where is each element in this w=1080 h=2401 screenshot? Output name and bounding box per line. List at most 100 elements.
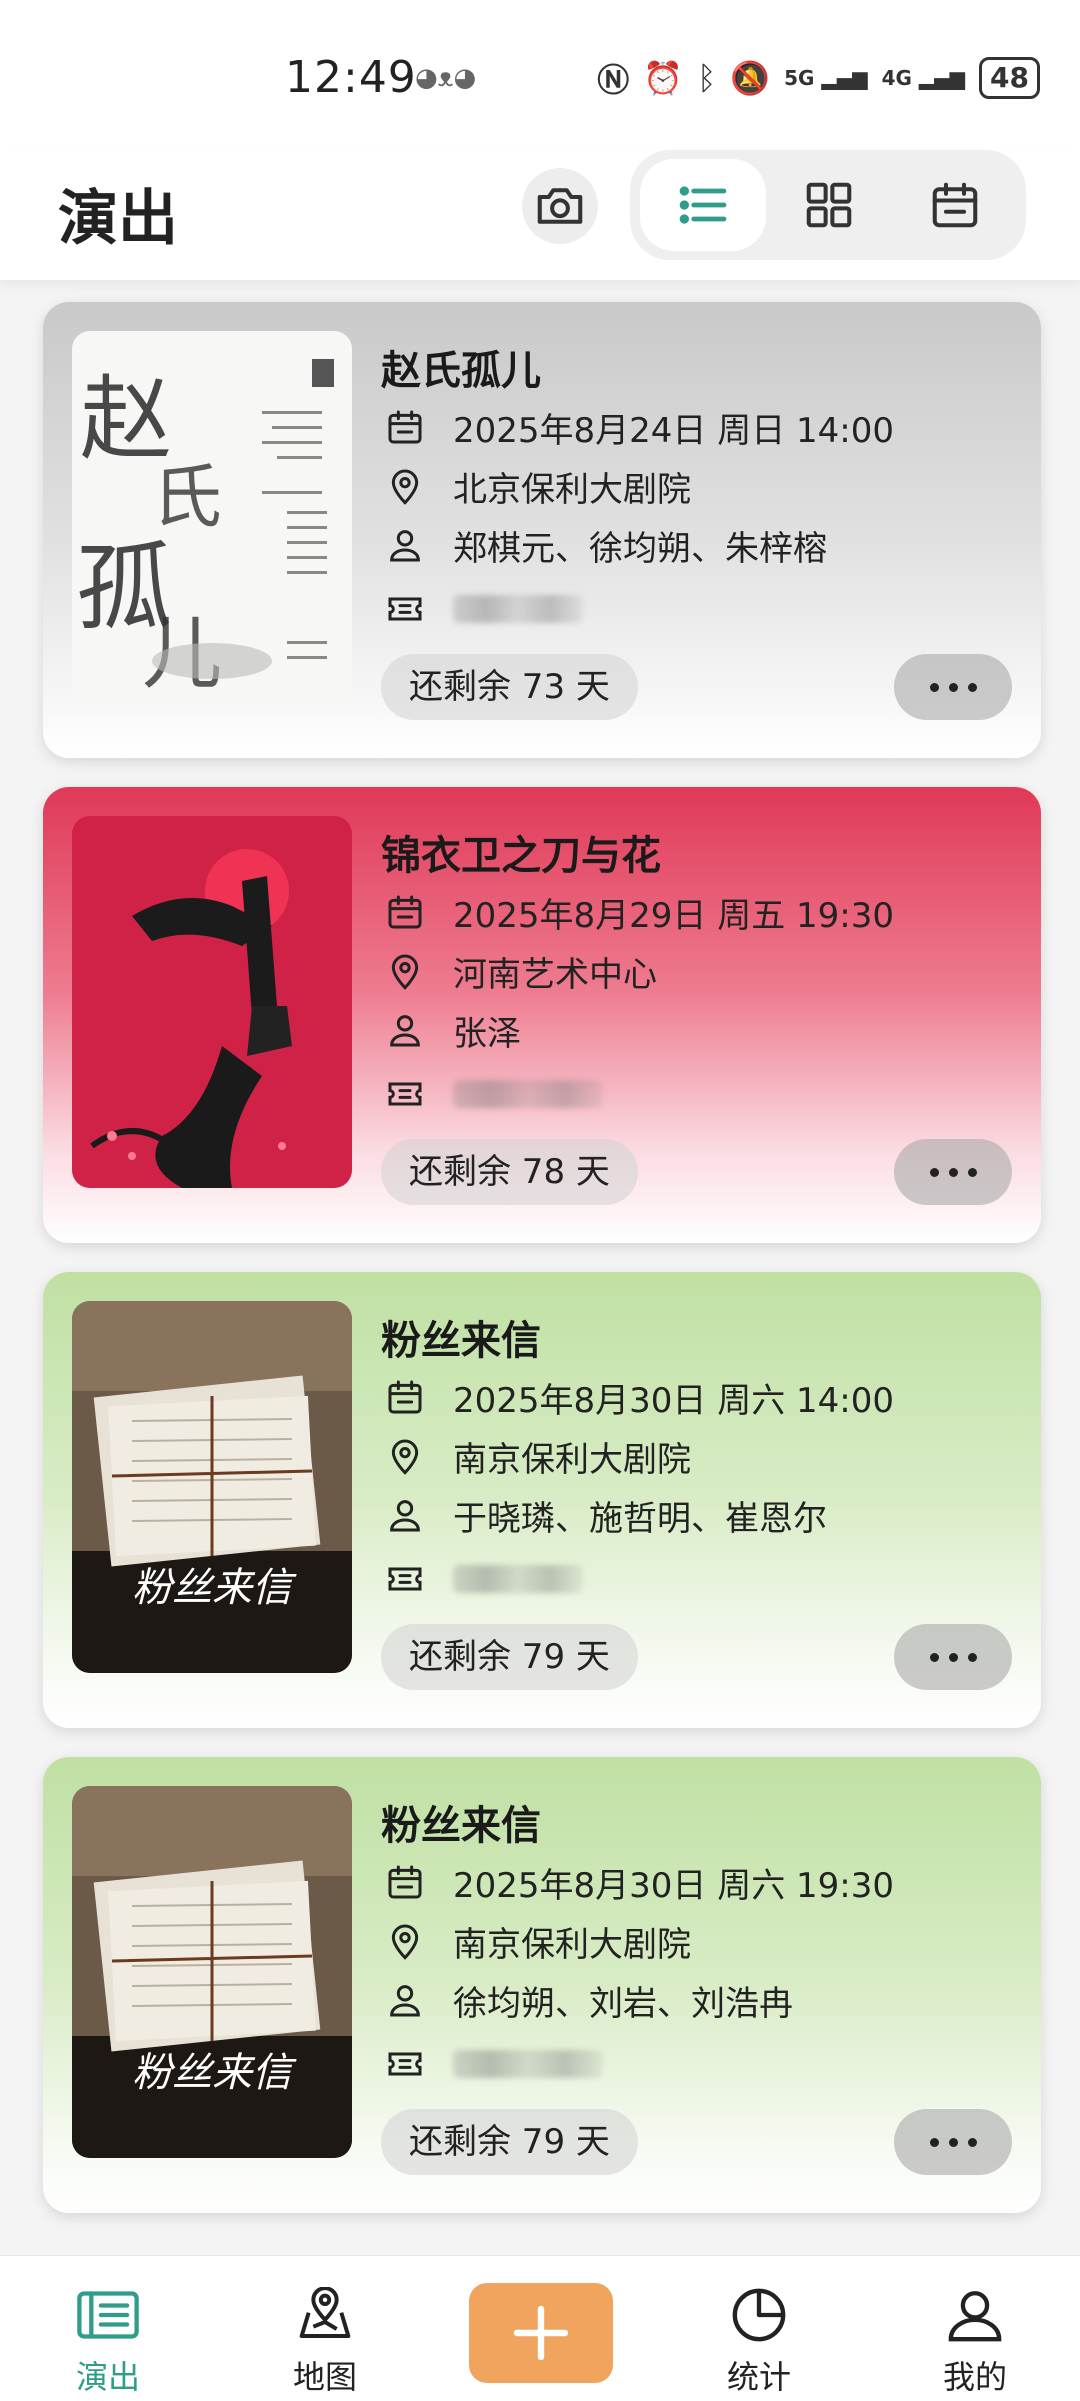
nav-shows-label: 演出	[75, 2358, 140, 2396]
poster-title-text: 粉丝来信	[132, 2050, 297, 2096]
shows-list-icon	[77, 2291, 139, 2339]
days-left-badge: 还剩余 79 天	[381, 2109, 638, 2175]
show-cast: 郑棋元、徐均朔、朱梓榕	[453, 528, 827, 569]
signal-5g-icon: 5G ▂▄▆	[784, 66, 868, 90]
mute-icon: 🔕	[730, 59, 771, 97]
show-venue: 南京保利大剧院	[453, 1924, 691, 1965]
camera-icon	[537, 188, 583, 224]
nav-stats[interactable]: 统计	[689, 2280, 829, 2398]
show-title: 粉丝来信	[381, 1318, 541, 1364]
status-bar: 12:49 ◕ᴥ◕ Ⓝ ⏰ ᛒ 🔕 5G ▂▄▆ 4G ▂▄▆ 48	[0, 0, 1080, 150]
ticket-info-redacted	[453, 595, 583, 623]
show-card[interactable]: 粉丝来信 粉丝来信 2025年8月30日 周六 19:30 南京保利大剧院 徐均…	[43, 1757, 1041, 2213]
show-venue: 河南艺术中心	[453, 954, 657, 995]
calendar-icon	[388, 1865, 422, 1899]
ticket-info-redacted	[453, 1080, 603, 1108]
page-title: 演出	[58, 184, 178, 254]
ticket-icon	[388, 2052, 422, 2076]
show-venue: 北京保利大剧院	[453, 469, 691, 510]
show-poster: 粉丝来信	[72, 1301, 352, 1673]
svg-text:氏: 氏	[152, 456, 222, 538]
cast-row: 张泽	[381, 1005, 521, 1055]
calendar-view-button[interactable]	[892, 159, 1018, 251]
alarm-icon: ⏰	[643, 59, 684, 97]
show-poster: 粉丝来信	[72, 1786, 352, 2158]
more-options-button[interactable]	[894, 1139, 1012, 1205]
person-icon	[390, 1015, 420, 1047]
bottom-nav: 演出 地图 统计 我的	[0, 2255, 1080, 2401]
location-pin-icon	[391, 469, 419, 505]
status-icons: Ⓝ ⏰ ᛒ 🔕 5G ▂▄▆ 4G ▂▄▆ 48	[597, 56, 1040, 100]
grid-icon	[806, 182, 852, 228]
nfc-icon: Ⓝ	[597, 61, 630, 99]
show-datetime: 2025年8月29日 周五 19:30	[453, 895, 895, 936]
person-icon	[390, 1985, 420, 2017]
battery-icon: 48	[979, 57, 1040, 99]
person-icon	[390, 530, 420, 562]
show-cast: 于晓璘、施哲明、崔恩尔	[453, 1498, 827, 1539]
add-show-button[interactable]	[469, 2283, 613, 2383]
profile-icon	[948, 2291, 1002, 2342]
more-options-button[interactable]	[894, 654, 1012, 720]
camera-button[interactable]	[522, 168, 598, 244]
date-row: 2025年8月30日 周六 14:00	[381, 1372, 894, 1422]
venue-row: 南京保利大剧院	[381, 1916, 691, 1966]
show-datetime: 2025年8月30日 周六 14:00	[453, 1380, 895, 1421]
calendar-icon	[388, 895, 422, 929]
list-icon	[679, 186, 727, 224]
show-card[interactable]: 锦衣卫之刀与花 2025年8月29日 周五 19:30 河南艺术中心 张泽 还剩…	[43, 787, 1041, 1243]
list-view-button[interactable]	[640, 159, 766, 251]
date-row: 2025年8月30日 周六 19:30	[381, 1857, 894, 1907]
nav-shows[interactable]: 演出	[38, 2280, 178, 2398]
bluetooth-icon: ᛒ	[697, 59, 717, 97]
date-row: 2025年8月24日 周日 14:00	[381, 402, 894, 452]
more-options-button[interactable]	[894, 2109, 1012, 2175]
venue-row: 河南艺术中心	[381, 946, 657, 996]
cast-row: 郑棋元、徐均朔、朱梓榕	[381, 520, 827, 570]
nav-map[interactable]: 地图	[255, 2280, 395, 2398]
cat-notification-icon: ◕ᴥ◕	[415, 63, 477, 93]
venue-row: 北京保利大剧院	[381, 461, 691, 511]
show-card[interactable]: 赵 氏 孤 儿 赵氏孤儿 2025年8月24日 周日 14:00	[43, 302, 1041, 758]
show-datetime: 2025年8月24日 周日 14:00	[453, 410, 895, 451]
calendar-icon	[388, 1380, 422, 1414]
show-list: 赵 氏 孤 儿 赵氏孤儿 2025年8月24日 周日 14:00	[0, 280, 1080, 2255]
days-left-badge: 还剩余 79 天	[381, 1624, 638, 1690]
more-options-button[interactable]	[894, 1624, 1012, 1690]
ticket-row	[381, 1554, 583, 1604]
ticket-icon	[388, 1567, 422, 1591]
calendar-icon	[932, 182, 978, 228]
net1-label: 5G	[784, 66, 815, 90]
nav-map-label: 地图	[292, 2358, 357, 2396]
nav-stats-label: 统计	[726, 2358, 791, 2396]
show-datetime: 2025年8月30日 周六 19:30	[453, 1865, 895, 1906]
nav-mine[interactable]: 我的	[905, 2280, 1045, 2398]
ticket-info-redacted	[453, 1565, 583, 1593]
show-cast: 张泽	[453, 1013, 521, 1054]
show-cast: 徐均朔、刘岩、刘浩冉	[453, 1983, 793, 2024]
cast-row: 于晓璘、施哲明、崔恩尔	[381, 1490, 827, 1540]
ticket-info-redacted	[453, 2050, 603, 2078]
plus-icon	[513, 2305, 569, 2361]
show-title: 粉丝来信	[381, 1803, 541, 1849]
venue-row: 南京保利大剧院	[381, 1431, 691, 1481]
cast-row: 徐均朔、刘岩、刘浩冉	[381, 1975, 793, 2025]
grid-view-button[interactable]	[766, 159, 892, 251]
nav-mine-label: 我的	[942, 2358, 1007, 2396]
location-pin-icon	[391, 1924, 419, 1960]
show-title: 赵氏孤儿	[381, 348, 541, 394]
status-time: 12:49	[285, 52, 417, 103]
app-header: 演出	[0, 150, 1080, 280]
ticket-icon	[388, 597, 422, 621]
calendar-icon	[388, 410, 422, 444]
signal-4g-icon: 4G ▂▄▆	[881, 66, 966, 90]
ticket-icon	[388, 1082, 422, 1106]
location-pin-icon	[391, 1439, 419, 1475]
location-pin-icon	[391, 954, 419, 990]
ticket-row	[381, 1069, 603, 1119]
map-icon	[299, 2287, 351, 2338]
poster-title-text: 粉丝来信	[132, 1565, 297, 1611]
show-card[interactable]: 粉丝来信 粉丝来信 2025年8月30日 周六 14:00 南京保利大剧院 于晓…	[43, 1272, 1041, 1728]
net2-label: 4G	[881, 66, 912, 90]
show-poster	[72, 816, 352, 1188]
